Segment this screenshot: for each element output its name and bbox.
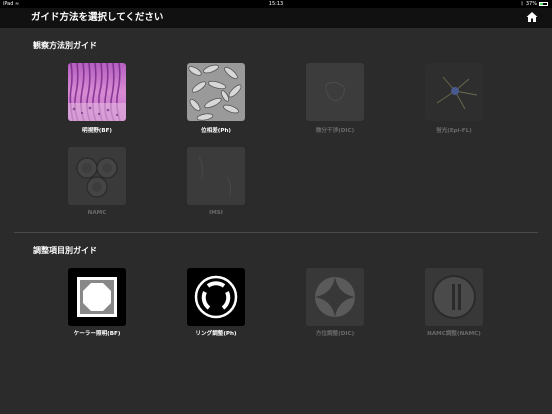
section-title-adjustment: 調整項目別ガイド — [33, 246, 97, 255]
battery-icon — [539, 2, 548, 6]
dic-orientation-icon — [306, 268, 364, 326]
namc-adjust-icon — [425, 268, 483, 326]
namc-adjust-label: NAMC調整(NAMC) — [427, 331, 481, 337]
section-title-observation: 観察方法別ガイド — [33, 41, 97, 50]
dic-tile[interactable] — [306, 63, 364, 121]
battery-status: ᛒ 37% — [521, 0, 548, 8]
brightfield-sample-image — [68, 63, 126, 121]
kohler-tile[interactable] — [68, 268, 126, 326]
home-icon[interactable] — [526, 11, 538, 23]
ph-tile[interactable] — [187, 63, 245, 121]
epifl-label: 蛍光(Epi-FL) — [436, 128, 472, 134]
namc-label: NAMC — [87, 210, 107, 216]
bf-tile[interactable] — [68, 63, 126, 121]
ph-label: 位相差(Ph) — [201, 128, 231, 134]
dic-label: 微分干渉(DIC) — [315, 128, 355, 134]
dic-orientation-label: 方位調整(DIC) — [315, 331, 355, 337]
nav-bar: ガイド方法を選択してください — [0, 8, 552, 28]
ring-tile[interactable] — [187, 268, 245, 326]
page-title: ガイド方法を選択してください — [31, 12, 164, 23]
imsi-tile[interactable] — [187, 147, 245, 205]
namc-adjust-tile[interactable] — [425, 268, 483, 326]
clock: 15:13 — [268, 1, 284, 7]
octagon-aperture-icon — [68, 268, 126, 326]
kohler-label: ケーラー照明(BF) — [73, 331, 121, 337]
section-divider — [14, 232, 538, 233]
dic-orientation-tile[interactable] — [306, 268, 364, 326]
imsi-sample-image — [187, 147, 245, 205]
namc-sample-image — [68, 147, 126, 205]
imsi-label: IMSI — [209, 210, 223, 216]
fluorescence-sample-image — [425, 63, 483, 121]
ring-label: リング調整(Ph) — [195, 331, 237, 337]
status-bar: iPad ≈ 15:13 ᛒ 37% — [0, 0, 552, 8]
phase-ring-icon — [187, 268, 245, 326]
battery-percent: 37% — [525, 1, 537, 7]
bf-label: 明視野(BF) — [82, 128, 112, 134]
epifl-tile[interactable] — [425, 63, 483, 121]
namc-tile[interactable] — [68, 147, 126, 205]
dic-sample-image — [306, 63, 364, 121]
bluetooth-icon: ᛒ — [520, 1, 524, 7]
phase-contrast-sample-image — [187, 63, 245, 121]
